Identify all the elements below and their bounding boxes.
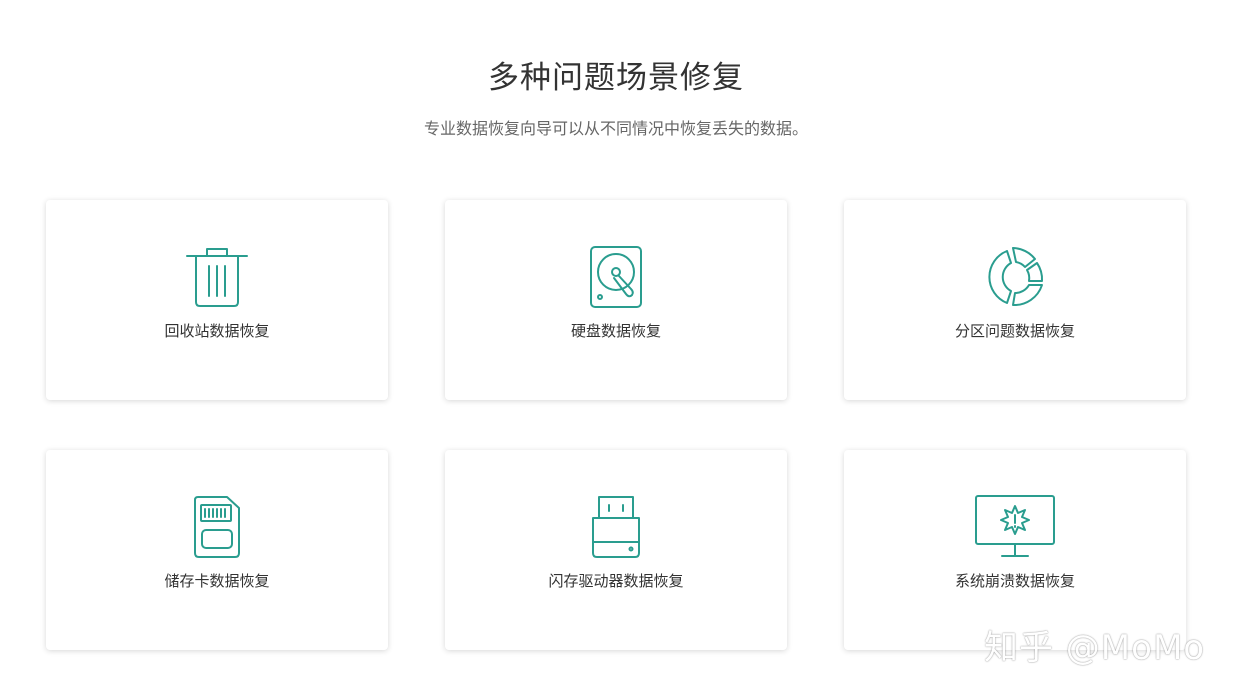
card-label: 储存卡数据恢复 — [164, 572, 270, 590]
page-subtitle: 专业数据恢复向导可以从不同情况中恢复丢失的数据。 — [423, 119, 808, 138]
page-title: 多种问题场景修复 — [488, 60, 744, 96]
card-label: 分区问题数据恢复 — [954, 322, 1075, 340]
card-recycle-bin-recovery[interactable]: 回收站数据恢复 — [46, 200, 388, 400]
sd-card-icon — [177, 494, 257, 560]
monitor-crash-icon — [975, 494, 1055, 560]
usb-drive-icon — [576, 494, 656, 560]
card-label: 回收站数据恢复 — [164, 322, 270, 340]
card-label: 系统崩溃数据恢复 — [954, 572, 1075, 590]
partition-icon — [975, 244, 1055, 310]
hard-disk-icon — [576, 244, 656, 310]
card-partition-recovery[interactable]: 分区问题数据恢复 — [844, 200, 1186, 400]
card-flash-drive-recovery[interactable]: 闪存驱动器数据恢复 — [445, 450, 787, 650]
card-label: 闪存驱动器数据恢复 — [548, 572, 684, 590]
card-label: 硬盘数据恢复 — [570, 322, 661, 340]
card-sd-card-recovery[interactable]: 储存卡数据恢复 — [46, 450, 388, 650]
trash-icon — [177, 244, 257, 310]
watermark: 知乎 @MoMo — [984, 628, 1206, 668]
card-hard-disk-recovery[interactable]: 硬盘数据恢复 — [445, 200, 787, 400]
